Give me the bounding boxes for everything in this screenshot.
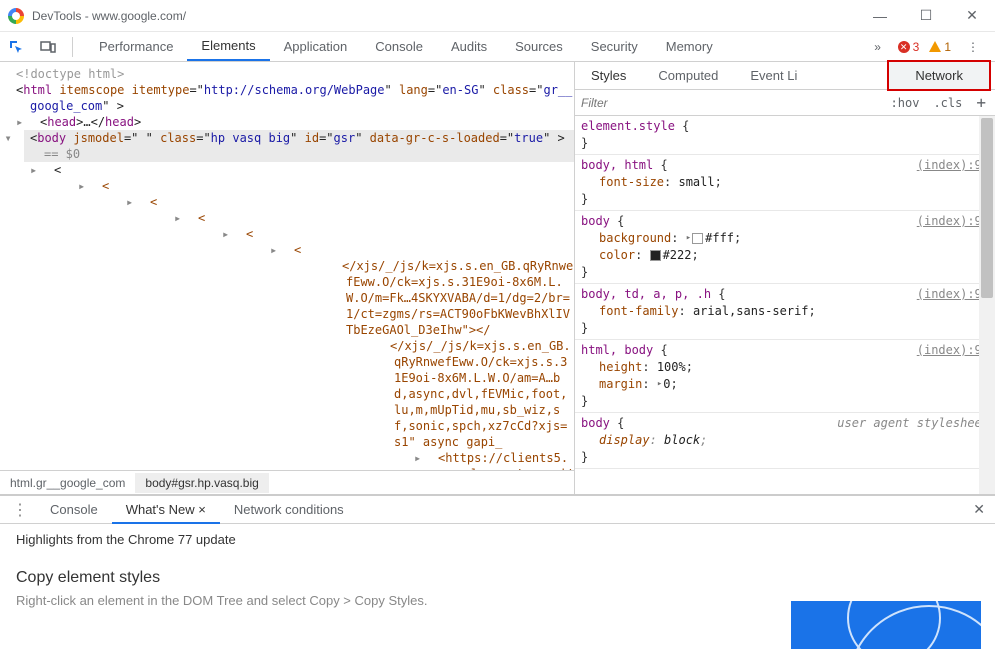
whatsnew-headline: Highlights from the Chrome 77 update bbox=[16, 532, 979, 547]
tab-sources[interactable]: Sources bbox=[501, 33, 577, 60]
minimize-button[interactable]: — bbox=[857, 0, 903, 32]
crumb[interactable]: body#gsr.hp.vasq.big bbox=[135, 473, 268, 493]
tab-performance[interactable]: Performance bbox=[85, 33, 187, 60]
styles-filter-row: :hov .cls + bbox=[575, 90, 995, 116]
style-tab-computed[interactable]: Computed bbox=[642, 63, 734, 88]
main-toolbar: PerformanceElementsApplicationConsoleAud… bbox=[0, 32, 995, 62]
styles-tabs: StylesComputedEvent Li Network bbox=[575, 62, 995, 90]
network-tab-highlight[interactable]: Network bbox=[887, 60, 991, 91]
cls-toggle[interactable]: .cls bbox=[930, 95, 965, 111]
drawer-tabs: ⋮ ConsoleWhat's New ×Network conditions … bbox=[0, 494, 995, 524]
style-tab-styles[interactable]: Styles bbox=[575, 63, 642, 88]
device-toggle-icon[interactable] bbox=[36, 35, 60, 59]
new-rule-button[interactable]: + bbox=[973, 92, 989, 113]
drawer-tab-console[interactable]: Console bbox=[36, 497, 112, 522]
breadcrumb: html.gr__google_combody#gsr.hp.vasq.big bbox=[0, 470, 574, 494]
whatsnew-item-title: Copy element styles bbox=[16, 569, 979, 587]
more-tabs-icon[interactable]: » bbox=[866, 35, 890, 59]
tab-application[interactable]: Application bbox=[270, 33, 362, 60]
tab-console[interactable]: Console bbox=[361, 33, 437, 60]
drawer-body: Highlights from the Chrome 77 update Cop… bbox=[0, 524, 995, 616]
panel-tabs: PerformanceElementsApplicationConsoleAud… bbox=[85, 32, 858, 61]
warning-count[interactable]: 1 bbox=[929, 40, 951, 54]
styles-filter-input[interactable] bbox=[581, 96, 880, 110]
style-rules[interactable]: element.style {}(index):91body, html {fo… bbox=[575, 116, 995, 494]
drawer-menu-icon[interactable]: ⋮ bbox=[4, 500, 36, 520]
whatsnew-preview-image bbox=[791, 601, 981, 649]
scrollbar[interactable] bbox=[979, 116, 995, 494]
maximize-button[interactable]: ☐ bbox=[903, 0, 949, 32]
tab-audits[interactable]: Audits bbox=[437, 33, 501, 60]
drawer-tab-network-conditions[interactable]: Network conditions bbox=[220, 497, 358, 522]
chrome-icon bbox=[8, 8, 24, 24]
dom-tree[interactable]: <!doctype html><html itemscope itemtype=… bbox=[0, 62, 574, 470]
tab-security[interactable]: Security bbox=[577, 33, 652, 60]
hov-toggle[interactable]: :hov bbox=[888, 95, 923, 111]
drawer-tab-what-s-new[interactable]: What's New × bbox=[112, 497, 220, 524]
elements-panel: <!doctype html><html itemscope itemtype=… bbox=[0, 62, 575, 494]
tab-memory[interactable]: Memory bbox=[652, 33, 727, 60]
styles-panel: StylesComputedEvent Li Network :hov .cls … bbox=[575, 62, 995, 494]
close-button[interactable]: ✕ bbox=[949, 0, 995, 32]
inspect-icon[interactable] bbox=[4, 35, 28, 59]
kebab-menu-icon[interactable]: ⋮ bbox=[961, 35, 985, 59]
crumb[interactable]: html.gr__google_com bbox=[0, 473, 135, 493]
window-title: DevTools - www.google.com/ bbox=[32, 9, 857, 23]
error-count[interactable]: ✕3 bbox=[898, 40, 920, 54]
drawer-close-icon[interactable]: ✕ bbox=[973, 501, 985, 518]
window-titlebar: DevTools - www.google.com/ — ☐ ✕ bbox=[0, 0, 995, 32]
tab-elements[interactable]: Elements bbox=[187, 32, 269, 61]
style-tab-event-li[interactable]: Event Li bbox=[734, 63, 813, 88]
